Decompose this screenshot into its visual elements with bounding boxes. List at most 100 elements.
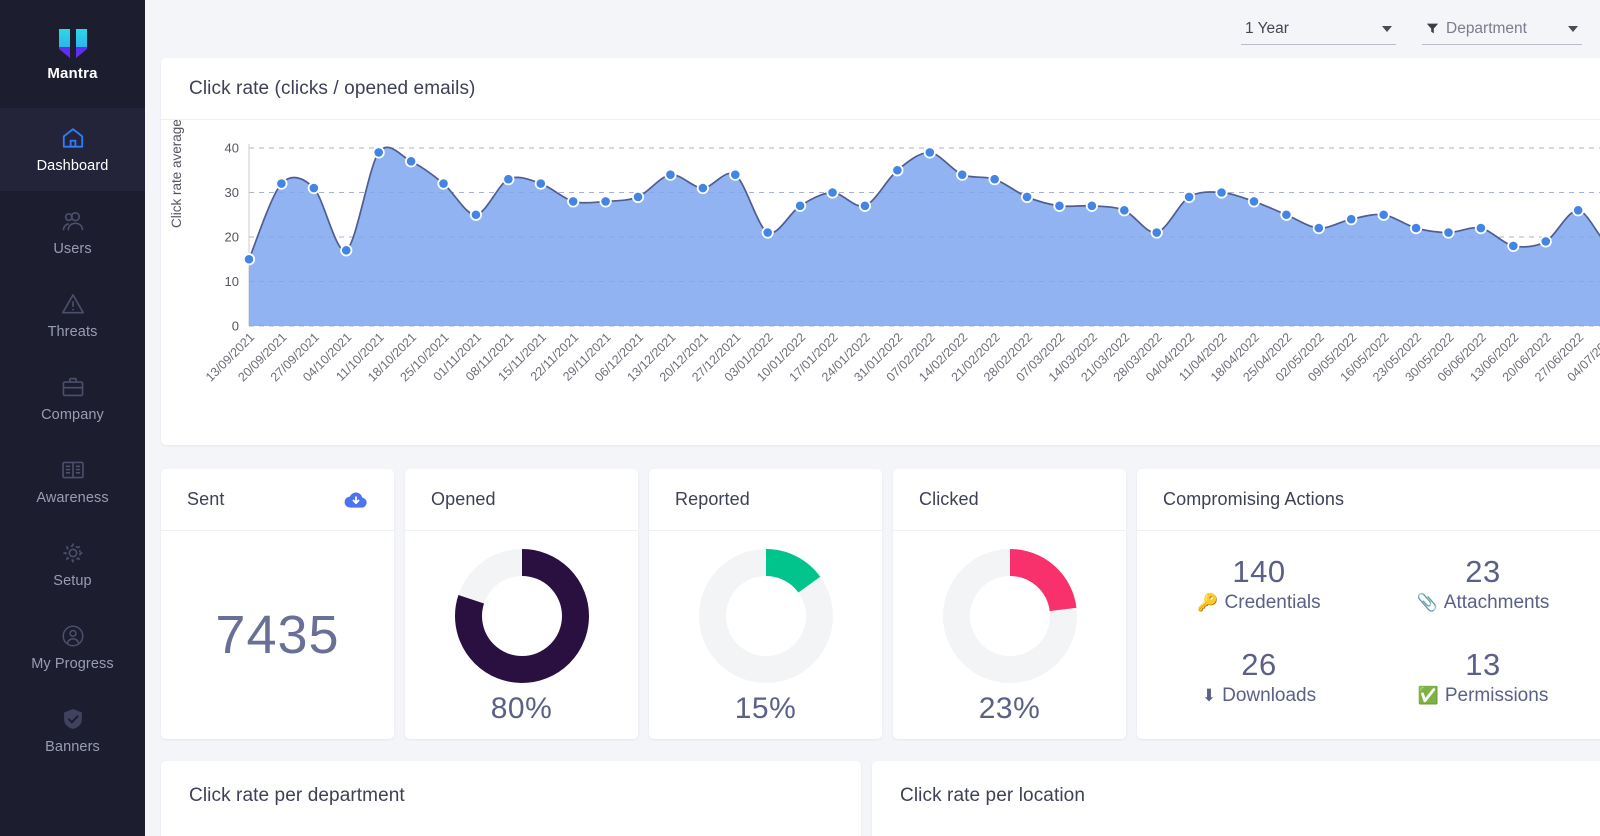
attachments-label-row: 📎 Attachments (1417, 592, 1550, 614)
sidebar-item-label: Threats (47, 324, 98, 340)
chart-data-point (729, 168, 742, 181)
chart-y-axis-label: Click rate average (%) (169, 120, 184, 228)
user-circle-icon (61, 625, 84, 647)
kpi-opened-title: Opened (431, 489, 496, 509)
kpi-reported-title: Reported (675, 489, 750, 509)
period-filter[interactable]: 1 Year (1241, 14, 1396, 45)
sidebar-item-company[interactable]: Company (0, 357, 145, 440)
chart-data-point (275, 177, 288, 190)
bottom-row: Click rate per department Click rate per… (161, 761, 1600, 836)
sidebar-item-setup[interactable]: Setup (0, 523, 145, 606)
chart-data-point (1118, 204, 1131, 217)
kpi-opened-percent: 80% (490, 691, 553, 725)
kpi-row: Sent 7435 Opened 80% Reported 15% Clicke… (161, 469, 1600, 739)
department-filter[interactable]: Department (1422, 14, 1582, 45)
chart-data-point (631, 190, 645, 204)
kpi-clicked-header: Clicked (893, 469, 1126, 531)
chart-data-point (1474, 222, 1488, 235)
key-icon: 🔑 (1197, 593, 1219, 612)
sidebar-item-label: Awareness (36, 490, 109, 506)
compromising-action-attachments[interactable]: 23 📎 Attachments (1417, 554, 1550, 614)
kpi-reported-header: Reported (649, 469, 882, 531)
compromising-actions-header: Compromising Actions (1137, 469, 1600, 531)
kpi-clicked-title: Clicked (919, 489, 979, 509)
brand-name: Mantra (47, 64, 98, 82)
click-rate-per-location-card: Click rate per location (872, 761, 1600, 836)
sidebar-item-dashboard[interactable]: Dashboard (0, 108, 145, 191)
home-icon (62, 128, 83, 148)
credentials-value: 140 (1232, 553, 1286, 589)
chart-data-point (567, 195, 580, 208)
y-axis-tick: 0 (232, 319, 239, 334)
kpi-card-compromising-actions: Compromising Actions 140 🔑 Credentials 2… (1137, 469, 1600, 739)
warning-icon (61, 294, 84, 314)
sidebar-item-label: My Progress (31, 656, 114, 672)
kpi-clicked-percent: 23% (978, 691, 1041, 725)
chart-data-point (1183, 190, 1196, 204)
chart-data-point (404, 155, 418, 168)
chart-data-point (534, 177, 547, 190)
y-axis-tick: 20 (225, 230, 239, 245)
chart-data-point (1442, 226, 1455, 239)
chart-data-point (858, 199, 872, 212)
briefcase-icon (62, 377, 83, 397)
chart-card-header: Click rate (clicks / opened emails) (161, 58, 1600, 120)
check-box-icon: ✅ (1417, 686, 1439, 705)
brand[interactable]: Mantra (0, 0, 145, 108)
chart-data-point (599, 195, 612, 208)
chart-data-point (1150, 226, 1163, 239)
chart-data-point (1280, 208, 1293, 221)
y-axis-tick: 30 (225, 185, 239, 200)
compromising-action-downloads[interactable]: 26 ⬇ Downloads (1202, 647, 1316, 707)
sidebar-item-label: Company (41, 407, 104, 423)
sidebar-item-banners[interactable]: Banners (0, 689, 145, 772)
book-icon (61, 461, 84, 479)
chart-data-point (1539, 235, 1552, 248)
kpi-opened-header: Opened (405, 469, 638, 531)
chart-data-point (1572, 204, 1585, 217)
gear-icon (62, 543, 83, 563)
cloud-download-icon[interactable] (344, 490, 368, 509)
chart-data-point (988, 173, 1001, 186)
credentials-label-row: 🔑 Credentials (1197, 592, 1320, 614)
kpi-card-sent: Sent 7435 (161, 469, 394, 739)
downloads-label: Downloads (1222, 684, 1317, 706)
clicked-donut-chart (942, 548, 1077, 688)
sidebar-item-label: Banners (45, 739, 100, 755)
permissions-label-row: ✅ Permissions (1418, 685, 1549, 707)
credentials-label: Credentials (1224, 591, 1321, 613)
chart-data-point (923, 146, 936, 159)
chart-data-point (340, 244, 353, 257)
chart-data-point (469, 208, 483, 221)
sidebar-item-my-progress[interactable]: My Progress (0, 606, 145, 689)
click-rate-area-chart[interactable]: 01020304013/09/202120/09/202127/09/20210… (161, 120, 1600, 444)
permissions-label: Permissions (1444, 684, 1549, 706)
sidebar-item-awareness[interactable]: Awareness (0, 440, 145, 523)
sidebar-item-label: Setup (53, 573, 92, 589)
department-filter-value: Department (1446, 19, 1527, 37)
chart-data-point (1409, 222, 1423, 235)
loc-card-header: Click rate per location (872, 761, 1600, 831)
sidebar-item-users[interactable]: Users (0, 191, 145, 274)
reported-donut-chart (698, 548, 833, 688)
chart-data-point (664, 168, 677, 181)
loc-card-title: Click rate per location (900, 785, 1085, 806)
mantra-logo-icon (58, 28, 87, 58)
compromising-action-permissions[interactable]: 13 ✅ Permissions (1418, 647, 1549, 707)
kpi-sent-title: Sent (187, 489, 225, 509)
kpi-reported-body: 15% (649, 531, 882, 739)
sidebar-item-threats[interactable]: Threats (0, 274, 145, 357)
chart-data-point (826, 186, 839, 199)
attachments-label: Attachments (1443, 591, 1550, 613)
kpi-sent-value: 7435 (215, 605, 340, 665)
downloads-label-row: ⬇ Downloads (1202, 685, 1316, 707)
shield-check-icon (63, 709, 82, 729)
kpi-sent-body: 7435 (161, 531, 394, 739)
opened-donut-chart (454, 548, 589, 688)
compromising-action-credentials[interactable]: 140 🔑 Credentials (1197, 554, 1320, 614)
click-rate-per-department-card: Click rate per department (161, 761, 861, 836)
kpi-sent-header: Sent (161, 469, 394, 531)
sidebar: Mantra Dashboard Users Threats Company A… (0, 0, 145, 836)
chart-data-point (1312, 222, 1325, 235)
chart-data-point (437, 177, 450, 190)
